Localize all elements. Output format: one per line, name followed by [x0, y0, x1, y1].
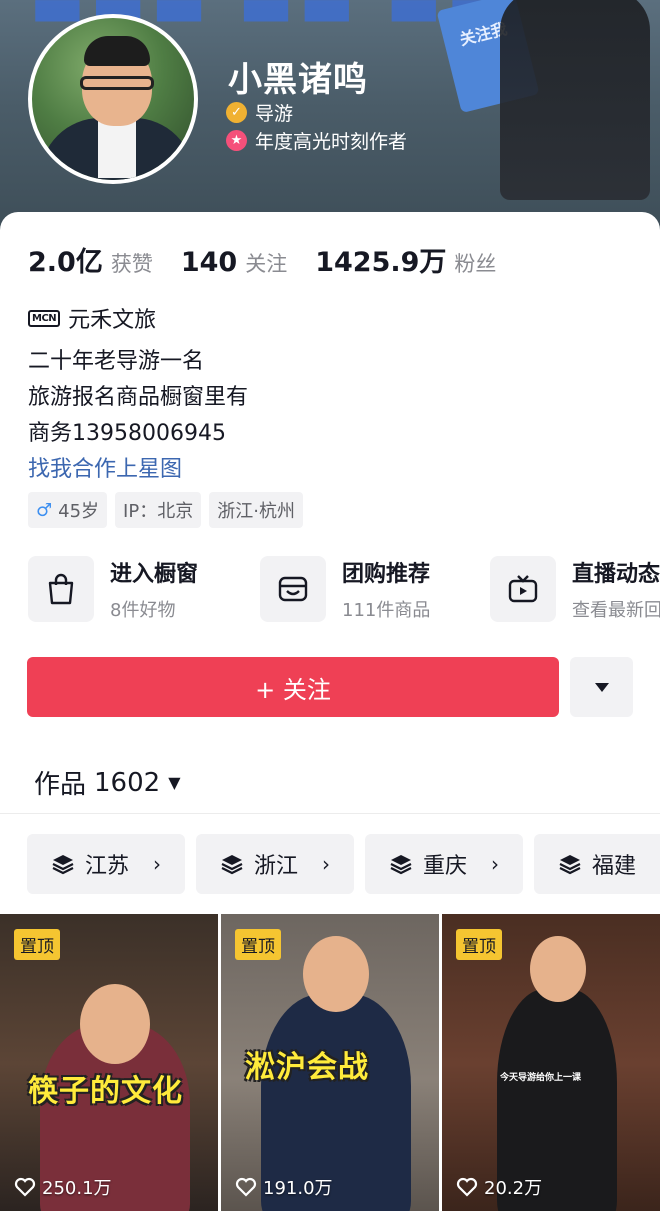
male-icon: ♂	[36, 499, 53, 521]
tag-location: 浙江·杭州	[209, 492, 303, 528]
stat-likes: 2.0亿 获赞	[28, 240, 153, 279]
layers-icon	[559, 855, 581, 875]
video-likes-count: 191.0万	[263, 1178, 333, 1199]
bio-line: 二十年老导游一名	[28, 349, 205, 374]
mcn-icon: MCN	[28, 309, 61, 327]
layers-icon	[52, 855, 74, 875]
avatar[interactable]	[28, 14, 198, 184]
stat-likes-value: 2.0亿	[28, 247, 103, 278]
pinned-badge: 置顶	[14, 929, 60, 960]
shopping-bag-icon	[28, 556, 94, 622]
video-thumbnail[interactable]: 置顶 淞沪会战 191.0万	[221, 914, 439, 1211]
video-likes: 20.2万	[456, 1174, 542, 1200]
chevron-right-icon: ›	[322, 852, 331, 876]
follow-button[interactable]: + 关注	[27, 657, 559, 717]
bio-line: 商务13958006945	[28, 421, 226, 446]
avatar-hair	[84, 36, 150, 66]
tag-ip: IP：北京	[115, 492, 202, 528]
video-thumbnail[interactable]: 置顶 今天导游给你上一课 20.2万	[442, 914, 660, 1211]
stat-following-label: 关注	[245, 252, 288, 276]
stats-row: 2.0亿 获赞 140 关注 1425.9万 粉丝	[28, 240, 524, 279]
shortcut-showcase-title: 进入橱窗	[110, 562, 199, 587]
stat-followers-label: 粉丝	[454, 252, 497, 276]
video-likes: 250.1万	[14, 1174, 112, 1200]
collection-jiangsu[interactable]: 江苏 ›	[27, 834, 185, 894]
video-caption: 今天导游给你上一课	[500, 1073, 582, 1083]
avatar-glasses	[80, 76, 154, 90]
video-likes-count: 250.1万	[42, 1178, 112, 1199]
shortcut-live-title: 直播动态	[572, 562, 660, 587]
banner-figure	[500, 0, 650, 200]
shortcut-group-buy[interactable]: 团购推荐 111件商品	[260, 556, 430, 622]
stat-likes-label: 获赞	[110, 252, 153, 276]
bio-line: 旅游报名商品橱窗里有	[28, 385, 249, 410]
video-caption: 筷子的文化	[28, 1074, 183, 1109]
video-likes-count: 20.2万	[484, 1178, 543, 1199]
collection-label: 浙江	[254, 854, 299, 879]
video-person-head	[530, 936, 586, 1002]
more-options-button[interactable]	[570, 657, 633, 717]
pinned-badge: 置顶	[235, 929, 281, 960]
profile-tags: ♂ 45岁 IP：北京 浙江·杭州	[28, 492, 303, 528]
video-likes: 191.0万	[235, 1174, 333, 1200]
bio-star-map-link[interactable]: 找我合作上星图	[28, 452, 248, 488]
chevron-right-icon: ›	[153, 852, 162, 876]
avatar-collar	[98, 118, 136, 178]
profile-card: 2.0亿 获赞 140 关注 1425.9万 粉丝 MCN 元禾文旅 二十年老导…	[0, 212, 660, 1211]
badge-guide[interactable]: ✓ 导游	[226, 99, 293, 126]
badge-highlight-label: 年度高光时刻作者	[255, 131, 408, 153]
layers-icon	[221, 855, 243, 875]
stat-following-value: 140	[180, 247, 238, 278]
video-grid: 置顶 筷子的文化 250.1万 置顶 淞沪会战 191.0万 置顶 今天导游给你…	[0, 914, 660, 1211]
region-collections: 江苏 › 浙江 › 重庆 › 福建 ›	[27, 834, 660, 894]
tag-age: 45岁	[58, 501, 100, 522]
collection-label: 重庆	[423, 854, 468, 879]
collection-zhejiang[interactable]: 浙江 ›	[196, 834, 354, 894]
video-caption: 淞沪会战	[245, 1050, 369, 1085]
heart-icon	[14, 1177, 36, 1197]
verified-check-icon: ✓	[226, 102, 247, 123]
mcn-name: 元禾文旅	[68, 308, 157, 333]
mcn-row[interactable]: MCN 元禾文旅	[28, 302, 156, 334]
star-icon: ★	[226, 130, 247, 151]
chevron-right-icon: ›	[491, 852, 500, 876]
bio: 二十年老导游一名 旅游报名商品橱窗里有 商务13958006945 找我合作上星…	[28, 344, 248, 488]
collection-label: 福建	[592, 854, 637, 879]
heart-icon	[456, 1177, 478, 1197]
video-thumbnail[interactable]: 置顶 筷子的文化 250.1万	[0, 914, 218, 1211]
layers-icon	[390, 855, 412, 875]
shortcut-row: 进入橱窗 8件好物 团购推荐 111件商品 直播动态 查看最新回	[28, 556, 660, 626]
group-buy-icon	[260, 556, 326, 622]
shortcut-group-buy-subtitle: 111件商品	[342, 600, 431, 621]
divider	[0, 813, 660, 814]
badge-highlight-author[interactable]: ★ 年度高光时刻作者	[226, 127, 407, 154]
badge-guide-label: 导游	[255, 103, 294, 125]
profile-name: 小黑诸鸣	[228, 60, 368, 100]
tag-gender-age: ♂ 45岁	[28, 492, 108, 528]
works-caret-icon: ▼	[168, 773, 181, 792]
stat-followers-value: 1425.9万	[315, 247, 447, 278]
shortcut-showcase[interactable]: 进入橱窗 8件好物	[28, 556, 198, 622]
stat-following[interactable]: 140 关注	[181, 247, 287, 278]
collection-chongqing[interactable]: 重庆 ›	[365, 834, 523, 894]
collection-fujian[interactable]: 福建 ›	[534, 834, 660, 894]
pinned-badge: 置顶	[456, 929, 502, 960]
tv-icon	[490, 556, 556, 622]
video-person-head	[303, 936, 369, 1012]
shortcut-live[interactable]: 直播动态 查看最新回	[490, 556, 660, 622]
stat-followers[interactable]: 1425.9万 粉丝	[315, 240, 496, 279]
works-tab[interactable]: 作品 1602 ▼	[34, 764, 181, 801]
collection-label: 江苏	[85, 854, 130, 879]
shortcut-showcase-subtitle: 8件好物	[110, 600, 176, 621]
shortcut-group-buy-title: 团购推荐	[342, 562, 431, 587]
works-count: 1602	[94, 767, 161, 798]
works-label: 作品	[34, 770, 87, 800]
heart-icon	[235, 1177, 257, 1197]
shortcut-live-subtitle: 查看最新回	[572, 600, 660, 621]
caret-down-icon	[594, 683, 609, 692]
video-person-head	[80, 984, 150, 1064]
